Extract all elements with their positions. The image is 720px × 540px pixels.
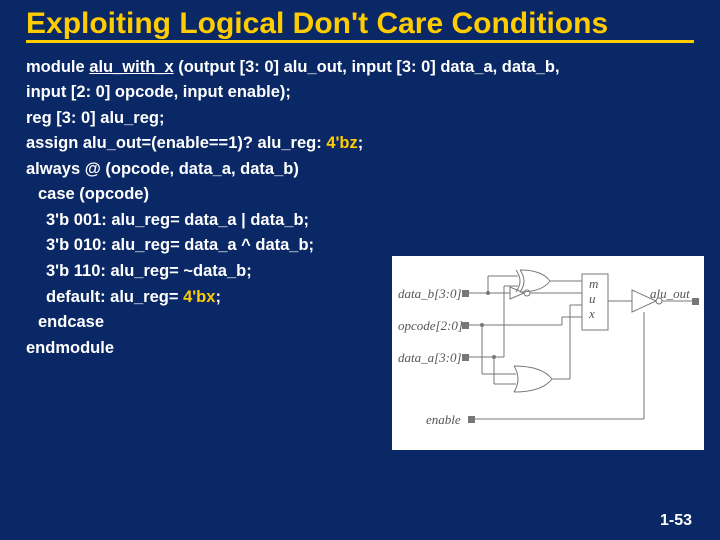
port-icon <box>462 290 469 297</box>
module-ports: (output [3: 0] alu_out, input [3: 0] dat… <box>174 58 560 76</box>
label-opcode: opcode[2:0] <box>398 318 463 333</box>
code-line: always @ (opcode, data_a, data_b) <box>26 157 694 183</box>
semi: ; <box>215 288 221 306</box>
default-text: default: alu_reg= <box>46 288 183 306</box>
slide-title: Exploiting Logical Don't Care Conditions <box>26 8 694 43</box>
label-enable: enable <box>426 412 461 427</box>
code-line: case (opcode) <box>26 182 694 208</box>
port-icon <box>468 416 475 423</box>
code-line: input [2: 0] opcode, input enable); <box>26 80 694 106</box>
module-name: alu_with_x <box>89 58 173 76</box>
assign-text: assign alu_out=(enable==1)? alu_reg: <box>26 134 326 152</box>
code-line: reg [3: 0] alu_reg; <box>26 106 694 132</box>
mux-label-u: u <box>589 291 596 306</box>
kw-module: module <box>26 58 89 76</box>
semi: ; <box>358 134 364 152</box>
port-icon <box>462 354 469 361</box>
page-number: 1-53 <box>660 512 692 530</box>
port-icon <box>692 298 699 305</box>
xor-gate-icon <box>520 270 550 292</box>
or-gate-icon <box>514 366 552 392</box>
hl-4bz: 4'bz <box>326 134 357 152</box>
mux-label-m: m <box>589 276 598 291</box>
label-data-a: data_a[3:0] <box>398 350 462 365</box>
label-data-b: data_b[3:0] <box>398 286 462 301</box>
code-line: 3'b 001: alu_reg= data_a | data_b; <box>26 208 694 234</box>
label-alu-out: alu_out <box>650 286 690 301</box>
mux-label-x: x <box>588 306 595 321</box>
circuit-diagram: data_b[3:0] opcode[2:0] data_a[3:0] enab… <box>392 256 704 450</box>
hl-4bx: 4'bx <box>183 288 215 306</box>
port-icon <box>462 322 469 329</box>
